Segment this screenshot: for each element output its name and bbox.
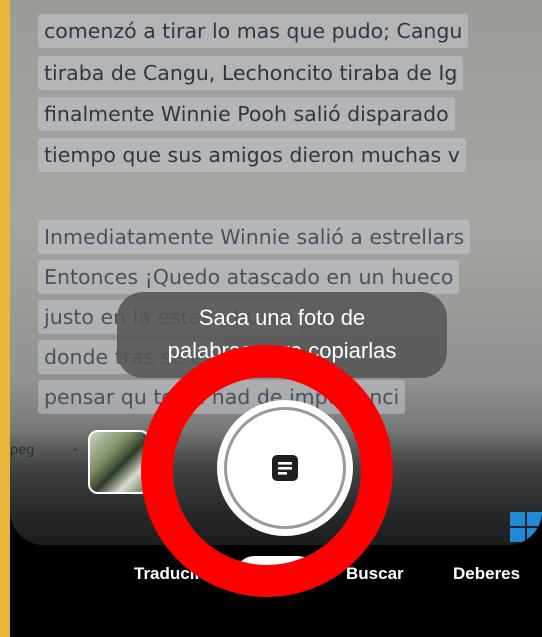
document-line: finalmente Winnie Pooh salió disparado — [38, 97, 455, 131]
hint-line-1: Saca una foto de — [198, 305, 366, 330]
mode-homework[interactable]: Deberes — [453, 564, 520, 584]
shutter-inner-ring — [224, 407, 346, 529]
file-name-label: peg — [10, 443, 35, 458]
document-line: comenzó a tirar lo mas que pudo; Cangu — [38, 14, 469, 48]
camera-app: comenzó a tirar lo mas que pudo; Cangu t… — [10, 0, 542, 637]
mode-search[interactable]: Buscar — [346, 564, 404, 584]
document-line: Inmediatamente Winnie salió a estrellars — [38, 220, 471, 254]
document-text-icon — [272, 455, 298, 481]
document-line: tiempo que sus amigos dieron muchas v — [38, 138, 466, 172]
shutter-button[interactable] — [217, 400, 353, 536]
chevron-up-icon: ⌃ — [70, 446, 81, 460]
document-line: tiraba de Cangu, Lechoncito tiraba de Ig — [38, 56, 464, 90]
document-line: Entonces ¡Quedo atascado en un hueco — [38, 260, 460, 294]
windows-logo-icon — [510, 512, 542, 542]
